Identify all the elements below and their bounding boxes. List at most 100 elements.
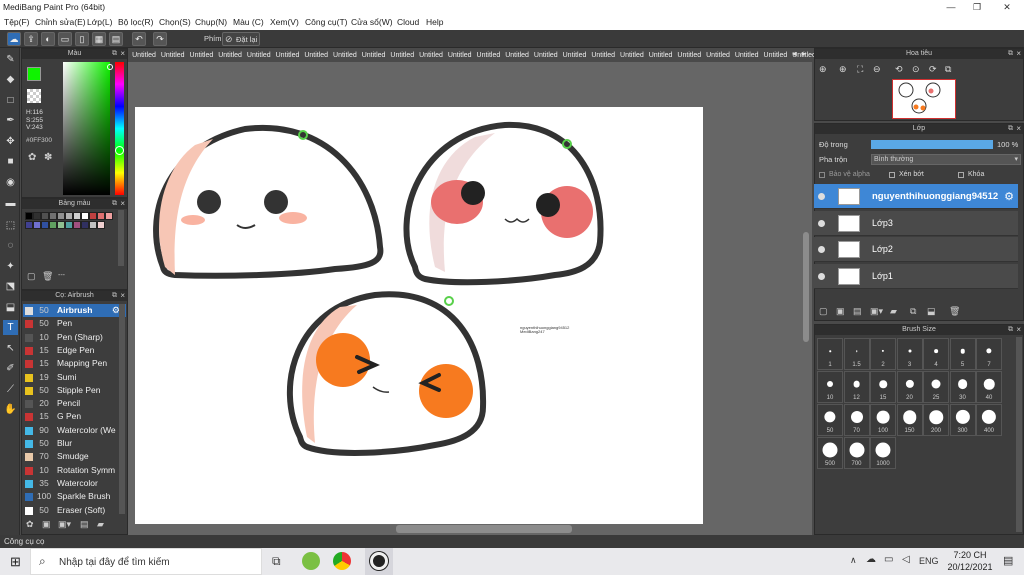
brush-item[interactable]: 20 Pencil [23,397,126,410]
new-layer-icon[interactable]: ▢ [819,306,828,317]
menu-select[interactable]: Chọn(S) [159,14,191,30]
swatch[interactable] [81,212,89,220]
chrome-icon[interactable] [333,552,351,570]
zoom-out-icon[interactable]: ⊖ [873,64,881,75]
copy-brush-icon[interactable]: ▤ [80,519,89,530]
swatch[interactable] [89,221,97,229]
grid-icon[interactable]: ▦ [92,32,106,46]
close-icon[interactable]: × [1016,49,1021,59]
bucket-tool-icon[interactable]: ◉ [3,175,18,190]
brush-scrollbar[interactable] [119,304,125,514]
primary-color-swatch[interactable] [27,67,41,81]
layer-folder-icon[interactable]: ▰ [890,306,897,317]
new-8bit-layer-icon[interactable]: ▤ [853,306,862,317]
notification-icon[interactable]: ▤ [1003,554,1013,567]
brush-item[interactable]: 50 Stipple Pen [23,384,126,397]
tab-untitled[interactable]: Untitled [733,50,761,61]
operation-tool-icon[interactable]: ↖ [3,341,18,356]
navigator-preview[interactable] [892,79,956,119]
color-set-icon[interactable]: ✽ [44,152,52,163]
redo-icon[interactable]: ↷ [153,32,167,46]
swatch[interactable] [33,212,41,220]
eyedropper-icon[interactable]: ⟋ [3,382,18,397]
sv-cursor[interactable] [107,64,113,70]
lasso-tool-icon[interactable]: ◌ [3,238,18,253]
brush-size-option[interactable]: 300 [949,404,976,436]
layer-row[interactable]: nguyenthihuonggiang94512 ⚙ [814,184,1018,209]
protect-alpha-checkbox[interactable] [819,172,825,178]
clock-date[interactable]: 20/12/2021 [942,562,998,572]
brush-size-scrollbar[interactable] [1016,337,1022,532]
brush-item[interactable]: 10 Rotation Symm [23,464,126,477]
brush-item[interactable]: 50 Eraser (Soft) [23,504,126,517]
text-tool-icon[interactable]: T [3,320,18,335]
hue-slider[interactable] [115,62,124,195]
tab-untitled[interactable]: Untitled [503,50,531,61]
duplicate-layer-icon[interactable]: ⧉ [910,306,916,317]
menu-filter[interactable]: Bộ lọc(R) [118,14,153,30]
taskbar-search[interactable]: ⌕ Nhập tại đây để tìm kiếm [30,548,262,575]
swatch[interactable] [25,221,33,229]
saturation-value-picker[interactable] [63,62,110,195]
tab-untitled[interactable]: Untitled [274,50,302,61]
clip-checkbox[interactable] [889,172,895,178]
brush-size-option[interactable]: 20 [896,371,923,403]
brush-item[interactable]: 35 Watercolor [23,477,126,490]
menu-cloud[interactable]: Cloud [397,14,419,30]
cloud-icon[interactable]: ☁ [866,554,876,565]
hand-tool-icon[interactable]: ✋ [3,402,18,417]
tab-untitled[interactable]: Untitled [618,50,646,61]
swatch[interactable] [49,212,57,220]
visibility-icon[interactable] [818,246,825,253]
brush-item[interactable]: 15 G Pen [23,410,126,423]
tab-untitled[interactable]: Untitled [302,50,330,61]
menu-layer[interactable]: Lớp(L) [87,14,112,30]
delete-layer-icon[interactable]: 🗑 [949,306,960,317]
frame-icon[interactable]: ▤ [109,32,123,46]
swatch[interactable] [97,212,105,220]
close-icon[interactable]: × [120,199,125,209]
brush-size-option[interactable]: 2 [870,338,896,370]
brush-folder-icon[interactable]: ▰ [97,519,104,530]
comment-icon[interactable]: ◐ [41,32,55,46]
clock-time[interactable]: 7:20 CH [950,550,990,560]
add-brush-menu-icon[interactable]: ▣▾ [58,519,71,530]
swatch[interactable] [89,212,97,220]
rotate-reset-icon[interactable]: ⊙ [912,64,920,75]
select-tool-icon[interactable]: ⬚ [3,218,18,233]
layer-row[interactable]: Lớp2 [814,237,1018,262]
hue-cursor[interactable] [115,146,124,155]
gradient-tool-icon[interactable]: ▬ [3,196,18,211]
delete-swatch-icon[interactable]: 🗑 [42,271,53,282]
swatch[interactable] [41,212,49,220]
add-swatch-icon[interactable]: ▢ [27,271,36,282]
brush-size-option[interactable]: 100 [870,404,896,436]
brush-item[interactable]: 70 Smudge [23,450,126,463]
tab-untitled[interactable]: Untitled [704,50,732,61]
tab-untitled[interactable]: Untitled [331,50,359,61]
swatch[interactable] [25,212,33,220]
swatch[interactable] [105,212,113,220]
swatch[interactable] [57,212,65,220]
tab-untitled[interactable]: Untitled [360,50,388,61]
brush-size-option[interactable]: 40 [976,371,1002,403]
rotate-left-icon[interactable]: ⟲ [895,64,903,75]
rotate-right-icon[interactable]: ⟳ [929,64,937,75]
brush-size-option[interactable]: 15 [870,371,896,403]
add-brush-icon[interactable]: ▣ [42,519,51,530]
brush-size-option[interactable]: 5 [949,338,976,370]
magic-wand-icon[interactable]: ✦ [3,259,18,274]
color-wheel-icon[interactable]: ✿ [28,152,36,163]
brush-item[interactable]: 50 Pen [23,317,126,330]
tab-untitled[interactable]: Untitled [245,50,273,61]
brush-item[interactable]: 15 Edge Pen [23,344,126,357]
cloud-icon[interactable]: ☁ [7,32,21,46]
swatch[interactable] [49,221,57,229]
tab-scroll-right-icon[interactable]: ▸ [802,49,810,60]
pen-tool-icon[interactable]: ✒ [3,113,18,128]
tab-untitled[interactable]: Untitled [216,50,244,61]
brush-item[interactable]: 15 Mapping Pen [23,357,126,370]
brush-size-option[interactable]: 1000 [870,437,896,469]
brush-size-option[interactable]: 200 [923,404,949,436]
divide-tool-icon[interactable]: ✐ [3,361,18,376]
